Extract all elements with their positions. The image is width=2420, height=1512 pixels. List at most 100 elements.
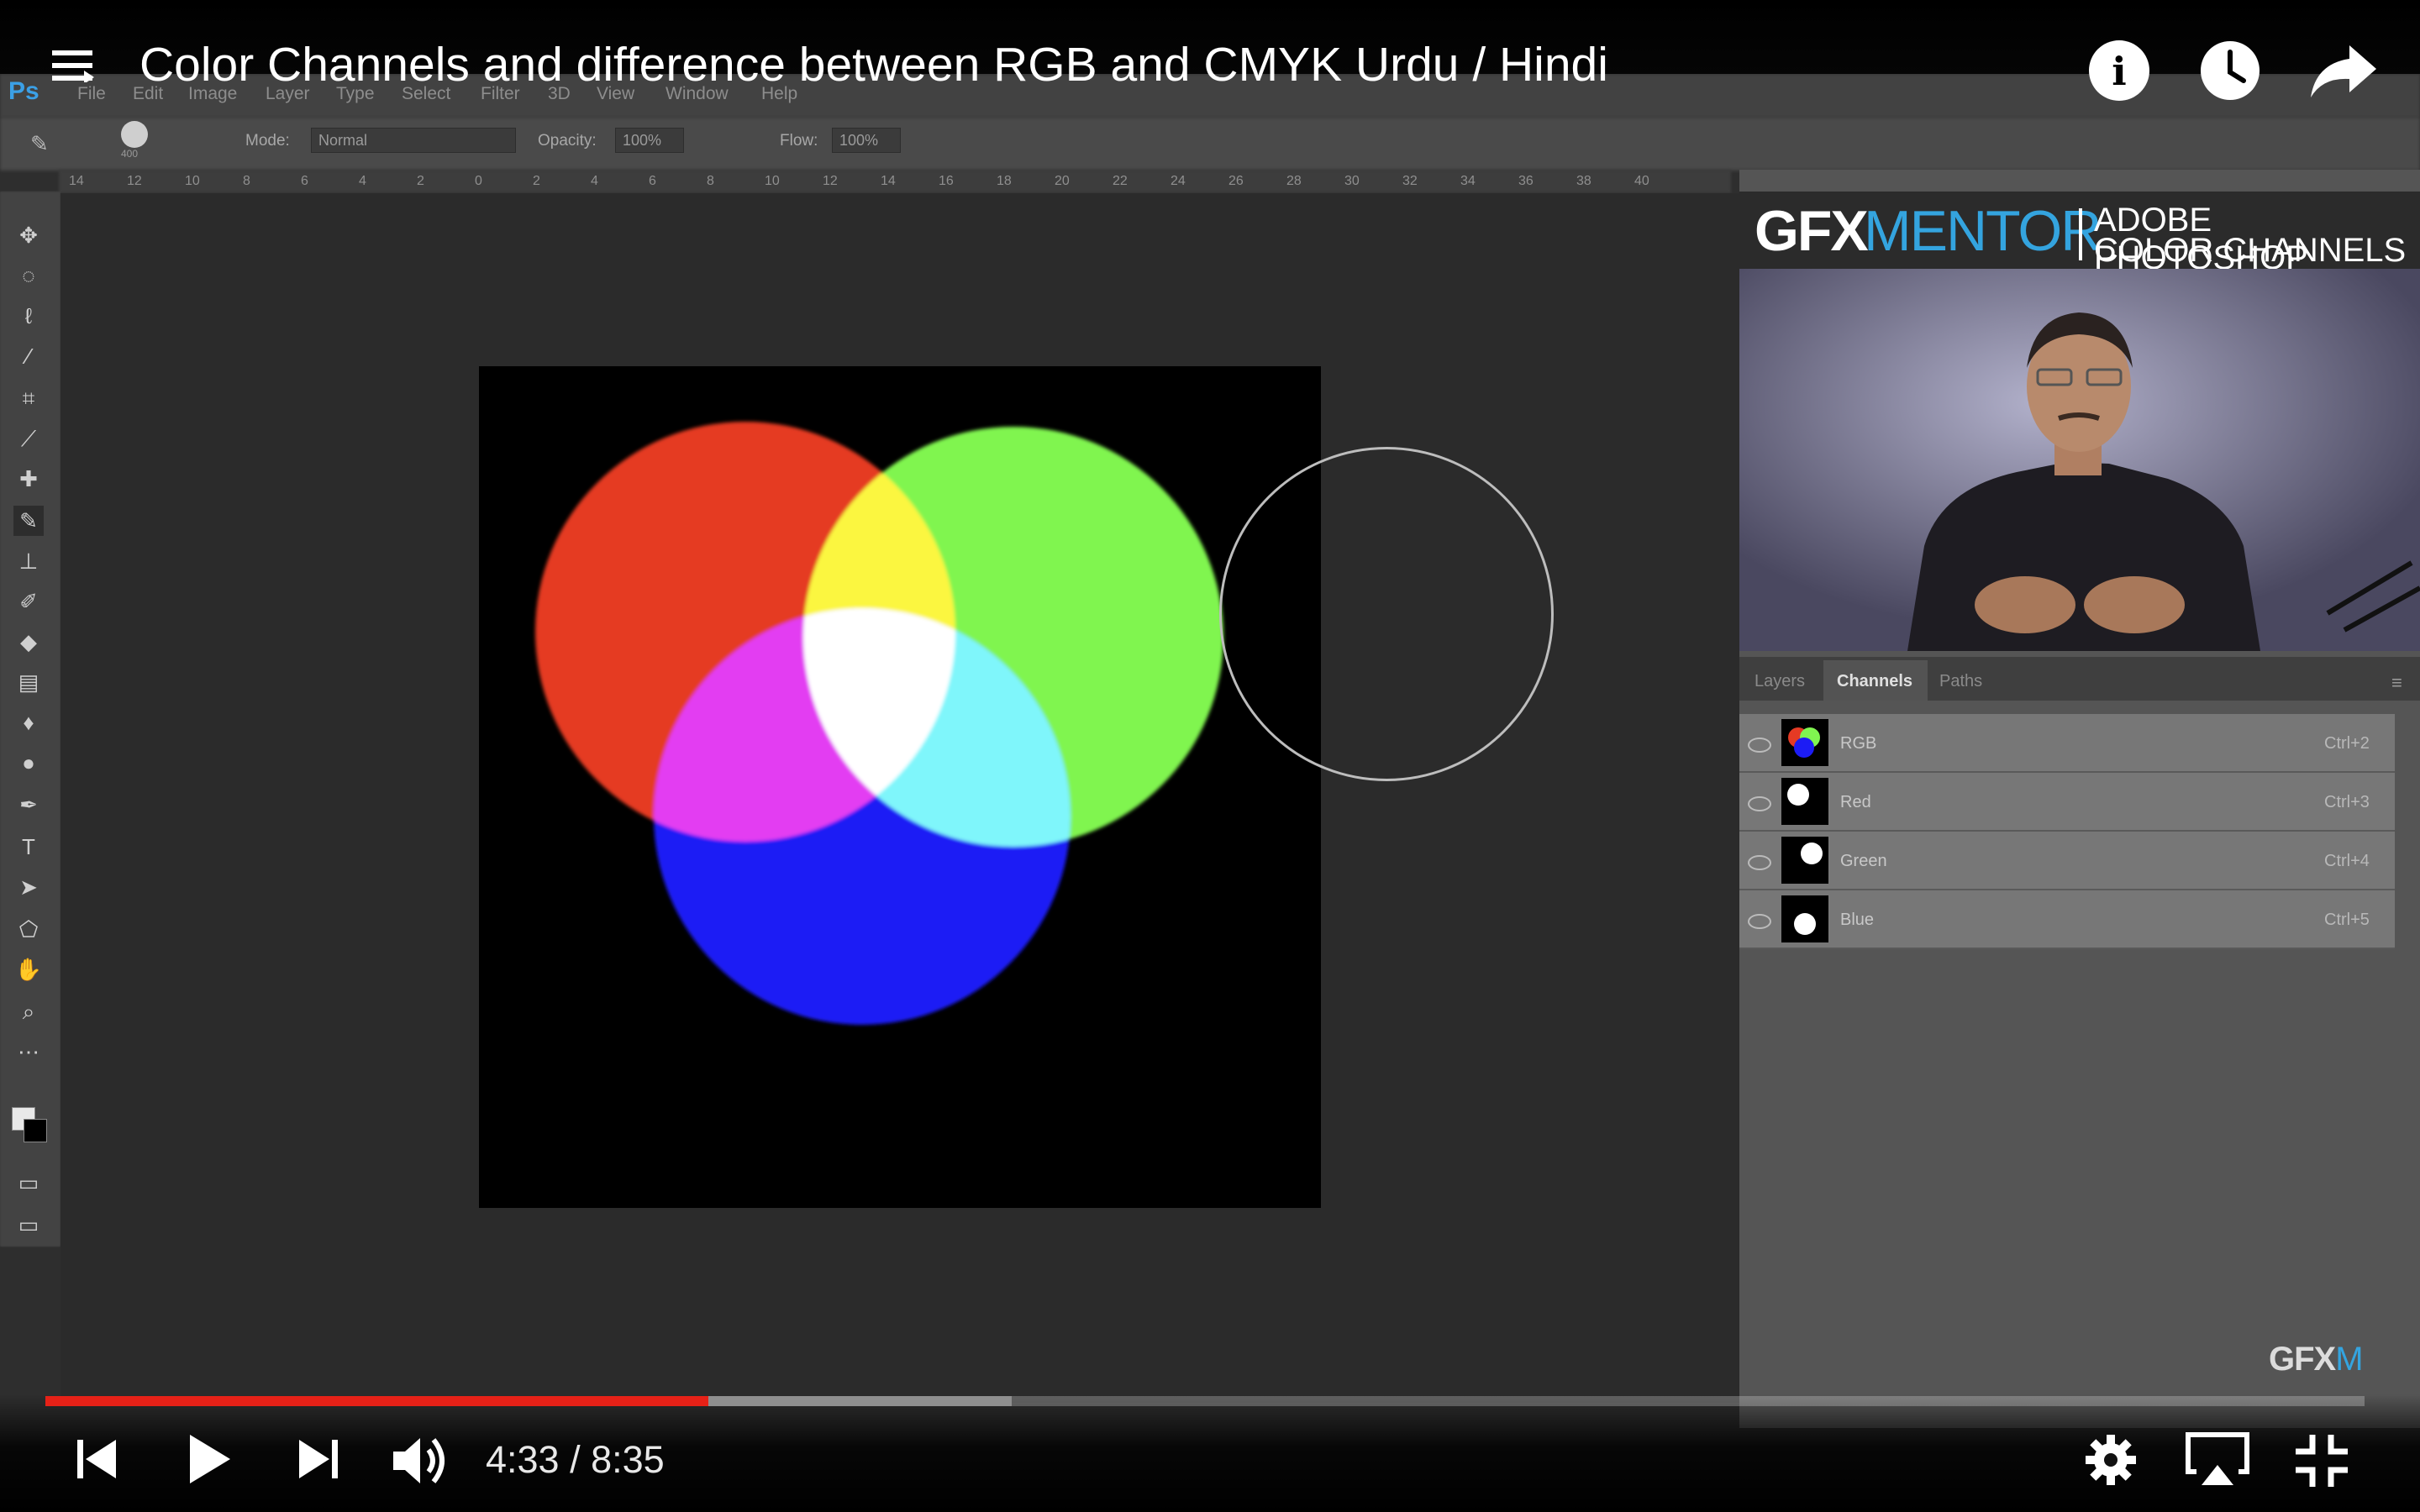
screen-mode-icon: ▭ (18, 1212, 39, 1237)
info-icon[interactable]: i (2089, 40, 2149, 101)
next-icon[interactable] (297, 1440, 338, 1483)
brush-preset-icon (121, 121, 148, 148)
ruler-tick-label: 2 (417, 174, 424, 188)
opacity-field: 100% (615, 128, 684, 153)
healing-brush-icon: ✚ (19, 466, 38, 491)
eye-icon (1748, 738, 1771, 753)
brush-size: 400 (121, 148, 139, 160)
settings-icon[interactable] (2084, 1433, 2138, 1491)
video-title[interactable]: Color Channels and difference between RG… (139, 37, 1608, 92)
brand-subtitle-line2: COLOR CHANNELS (2094, 232, 2407, 269)
panel-menu-icon: ≡ (2391, 672, 2402, 693)
brush-tool-icon: ✎ (13, 506, 44, 536)
time-display: 4:33 / 8:35 (486, 1438, 665, 1481)
hand-tool-icon: ✋ (14, 957, 43, 982)
presenter-image (1739, 269, 2420, 651)
brand-gfx: GFX (1754, 199, 1869, 263)
rgb-circles-graphic (535, 422, 1223, 1025)
progress-played (45, 1396, 708, 1406)
eyedropper-icon: ⟋ (20, 426, 37, 451)
channel-shortcut: Ctrl+2 (2324, 734, 2370, 753)
quick-mask-icon: ▭ (18, 1170, 39, 1195)
gradient-tool-icon: ▤ (18, 669, 39, 695)
channel-name: Red (1840, 793, 1871, 811)
channel-row-red (1739, 773, 2395, 832)
ruler-tick-label: 14 (69, 174, 84, 188)
ruler-tick-label: 32 (1402, 174, 1418, 188)
blur-tool-icon: ♦ (23, 710, 34, 735)
more-tools-icon: ⋯ (18, 1039, 39, 1064)
volume-icon[interactable] (392, 1435, 450, 1491)
eye-icon (1748, 914, 1771, 929)
ruler-tick-label: 6 (301, 174, 308, 188)
ruler-tick-label: 40 (1634, 174, 1649, 188)
ruler-tick-label: 0 (475, 174, 482, 188)
ruler-tick-label: 36 (1518, 174, 1534, 188)
flow-field: 100% (832, 128, 901, 153)
channel-shortcut: Ctrl+3 (2324, 793, 2370, 811)
video-frame[interactable]: Ps File Edit Image Layer Type Select Fil… (0, 0, 2420, 1512)
ruler-tick-label: 12 (127, 174, 142, 188)
eye-icon (1748, 796, 1771, 811)
zoom-tool-icon: ⌕ (22, 999, 35, 1024)
channel-thumb-green (1781, 837, 1828, 884)
lasso-tool-icon: ℓ (24, 303, 33, 328)
ruler-tick-label: 22 (1113, 174, 1128, 188)
brand-divider (2079, 208, 2082, 260)
opacity-label: Opacity: (538, 132, 597, 150)
ruler-tick-label: 8 (243, 174, 250, 188)
brush-tool-icon: ✎ (30, 131, 49, 156)
channel-thumb-blue (1781, 895, 1828, 942)
ruler-tick-label: 16 (939, 174, 954, 188)
ruler-tick-label: 28 (1286, 174, 1302, 188)
ruler-tick-label: 26 (1228, 174, 1244, 188)
channel-name: Blue (1840, 911, 1875, 929)
type-tool-icon: T (22, 834, 35, 859)
play-icon[interactable] (188, 1433, 232, 1489)
menu-icon[interactable] (50, 49, 94, 84)
channel-row-blue (1739, 890, 2395, 949)
presenter-webcam (1739, 269, 2420, 651)
ruler-tick-label: 4 (359, 174, 366, 188)
ruler-tick-label: 10 (765, 174, 780, 188)
shape-tool-icon: ⬠ (18, 916, 39, 942)
channel-thumb-red (1781, 778, 1828, 825)
ruler-tick-label: 24 (1171, 174, 1186, 188)
exit-fullscreen-icon[interactable] (2296, 1435, 2348, 1491)
tab-paths: Paths (1939, 672, 1983, 690)
channel-name: Green (1840, 852, 1887, 870)
magic-wand-icon: ⁄ (26, 344, 31, 369)
ruler-tick-label: 30 (1344, 174, 1360, 188)
ruler-tick-label: 4 (591, 174, 598, 188)
airplay-icon[interactable] (2185, 1431, 2250, 1491)
ruler-tick-label: 18 (997, 174, 1012, 188)
move-tool-icon: ✥ (19, 223, 38, 248)
brush-cursor-outline (1219, 447, 1554, 781)
mode-label: Mode: (245, 132, 290, 150)
share-icon[interactable] (2309, 42, 2378, 101)
gfx-watermark: GFXM (2269, 1341, 2364, 1378)
channel-row-green (1739, 832, 2395, 890)
tab-channels: Channels (1837, 672, 1913, 690)
ps-menu-item: File (77, 84, 106, 103)
tab-layers: Layers (1754, 672, 1806, 690)
channel-shortcut: Ctrl+5 (2324, 911, 2370, 929)
watch-later-icon[interactable] (2200, 40, 2260, 101)
channel-name: RGB (1840, 734, 1877, 753)
ruler-tick-label: 20 (1055, 174, 1070, 188)
dodge-tool-icon: ● (22, 750, 35, 775)
ruler-tick-label: 12 (823, 174, 838, 188)
history-brush-icon: ✐ (19, 589, 38, 614)
ruler-tick-label: 10 (185, 174, 200, 188)
stamp-tool-icon: ⊥ (18, 549, 39, 574)
ruler-tick-label: 34 (1460, 174, 1476, 188)
ruler-tick-label: 2 (533, 174, 540, 188)
channel-row-rgb (1739, 714, 2395, 773)
crop-tool-icon: ⌗ (22, 386, 35, 411)
mode-select: Normal (311, 128, 516, 153)
eraser-tool-icon: ◆ (20, 629, 37, 654)
ruler-tick-label: 38 (1576, 174, 1591, 188)
ruler-tick-label: 14 (881, 174, 896, 188)
flow-label: Flow: (780, 132, 818, 150)
previous-icon[interactable] (77, 1440, 118, 1483)
